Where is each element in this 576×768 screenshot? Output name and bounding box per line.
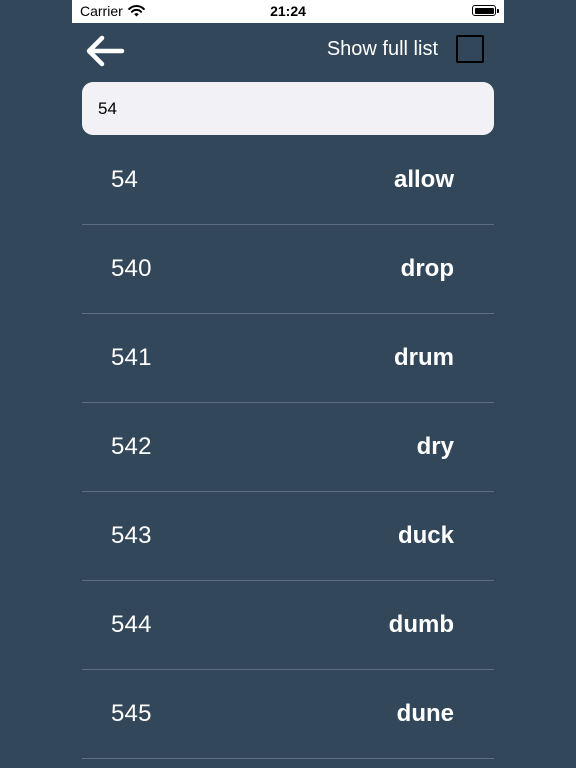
list-item-word: allow	[393, 166, 454, 193]
search-input[interactable]	[98, 98, 478, 119]
list-item-number: 544	[111, 611, 152, 638]
list-item-number: 540	[111, 255, 152, 282]
list-item-number: 543	[111, 522, 152, 549]
list-item-number: 545	[111, 700, 152, 727]
list-item[interactable]: 540 drop	[82, 225, 494, 314]
show-full-list-checkbox[interactable]	[456, 35, 484, 63]
list-item[interactable]: 541 drum	[82, 314, 494, 403]
battery-icon	[472, 5, 499, 16]
list-item-word: duck	[397, 522, 454, 549]
list-item-word: dumb	[388, 611, 454, 638]
status-time: 21:24	[270, 3, 306, 19]
list-item-number: 541	[111, 344, 152, 371]
list-item-word: dry	[416, 433, 454, 460]
show-full-list-label: Show full list	[326, 37, 438, 60]
show-full-list-control: Show full list	[327, 33, 484, 65]
list-item[interactable]: 545 dune	[82, 670, 494, 759]
back-button[interactable]	[82, 30, 128, 72]
list-item-word: drop	[400, 255, 454, 282]
arrow-left-icon	[86, 35, 125, 67]
list-item-word: dune	[396, 700, 454, 727]
results-list: 54 allow 540 drop 541 drum 542 dry 543 d…	[82, 136, 494, 759]
list-item[interactable]: 543 duck	[82, 492, 494, 581]
list-item[interactable]: 542 dry	[82, 403, 494, 492]
search-box	[82, 82, 494, 135]
list-item[interactable]: 544 dumb	[82, 581, 494, 670]
status-bar: Carrier 21:24	[72, 0, 504, 23]
list-item-number: 542	[111, 433, 152, 460]
list-item-number: 54	[111, 166, 139, 193]
list-item[interactable]: 54 allow	[82, 136, 494, 225]
list-item-word: drum	[394, 344, 454, 371]
